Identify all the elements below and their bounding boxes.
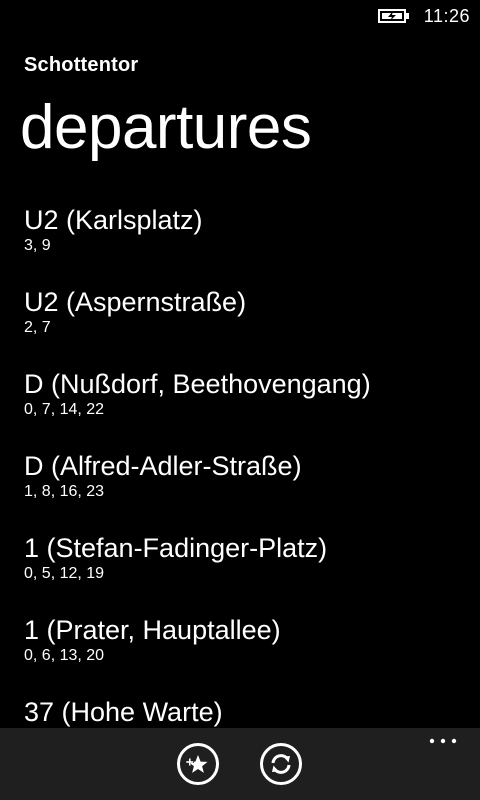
app-title: Schottentor (24, 54, 139, 76)
departure-item[interactable]: U2 (Karlsplatz) 3, 9 (24, 200, 480, 282)
more-options-button[interactable] (428, 734, 458, 748)
line-name: 1 (Stefan-Fadinger-Platz) (24, 533, 328, 563)
departure-item[interactable]: D (Nußdorf, Beethovengang) 0, 7, 14, 22 (24, 364, 480, 446)
battery-charging-icon (378, 9, 409, 23)
application-bar (0, 728, 480, 800)
departures-list: U2 (Karlsplatz) 3, 9 U2 (Aspernstraße) 2… (24, 200, 480, 774)
refresh-icon (260, 743, 302, 785)
line-name: U2 (Aspernstraße) (24, 287, 247, 317)
line-name: D (Nußdorf, Beethovengang) (24, 369, 371, 399)
departure-item[interactable]: 1 (Stefan-Fadinger-Platz) 0, 5, 12, 19 (24, 528, 480, 610)
departure-item[interactable]: D (Alfred-Adler-Straße) 1, 8, 16, 23 (24, 446, 480, 528)
status-time: 11:26 (423, 6, 470, 26)
refresh-button[interactable] (259, 742, 303, 786)
departure-item[interactable]: 1 (Prater, Hauptallee) 0, 6, 13, 20 (24, 610, 480, 692)
line-name: 37 (Hohe Warte) (24, 697, 223, 727)
line-name: D (Alfred-Adler-Straße) (24, 451, 302, 481)
page-title: departures (20, 93, 312, 162)
pin-to-start-button[interactable] (176, 742, 220, 786)
status-bar: 11:26 (0, 0, 480, 32)
line-name: U2 (Karlsplatz) (24, 205, 203, 235)
departure-item[interactable]: U2 (Aspernstraße) 2, 7 (24, 282, 480, 364)
pin-to-start-icon (177, 743, 219, 785)
line-name: 1 (Prater, Hauptallee) (24, 615, 281, 645)
ellipsis-icon (429, 738, 457, 744)
